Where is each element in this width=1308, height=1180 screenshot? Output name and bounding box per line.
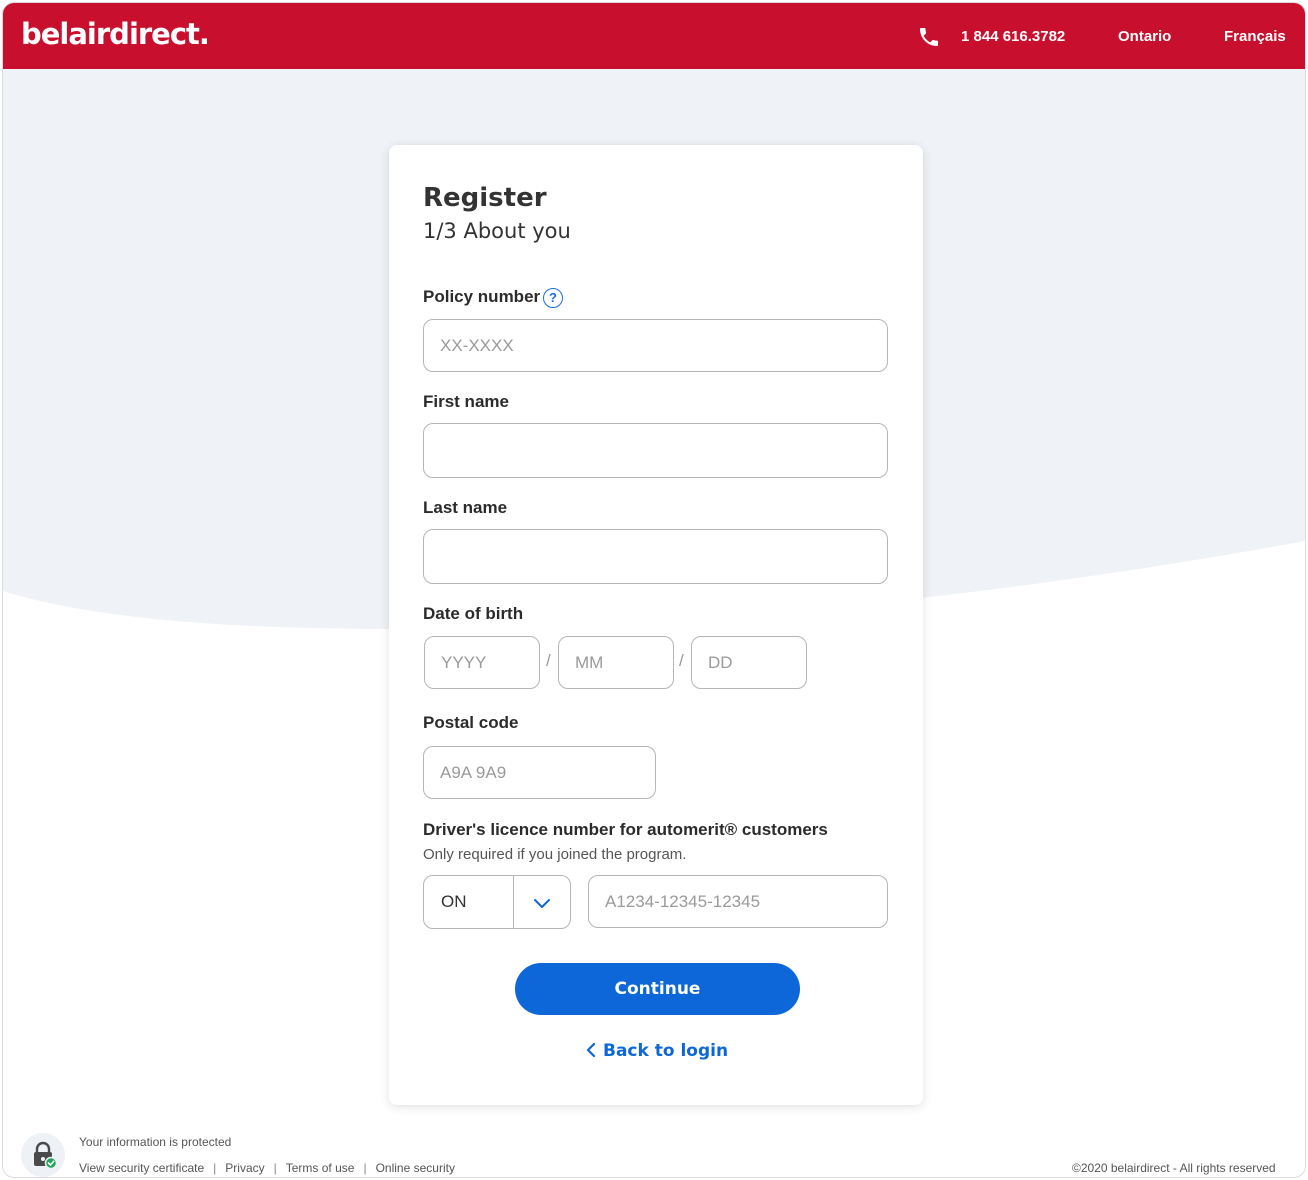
question-circle-icon[interactable]: ? [543,288,563,308]
language-link[interactable]: Français [1224,28,1286,45]
lock-check-icon [21,1133,65,1177]
continue-button[interactable]: Continue [515,963,800,1015]
phone-icon [920,28,938,46]
chevron-left-icon [586,1043,596,1057]
page-frame: belairdirect. 1 844 616.3782 Ontario Fra… [2,2,1306,1178]
page-title: Register [423,183,547,213]
footer-separator: | [363,1161,367,1175]
dob-separator: / [546,651,551,670]
select-divider [513,876,514,928]
first-name-input[interactable] [423,423,888,478]
online-security-link[interactable]: Online security [376,1161,455,1175]
date-of-birth-label: Date of birth [423,604,524,623]
register-card: Register 1/3 About you Policy number ? F… [389,145,923,1105]
dob-year-input[interactable] [424,636,540,689]
footer-separator: | [273,1161,277,1175]
header: belairdirect. 1 844 616.3782 Ontario Fra… [3,3,1305,69]
phone-number-link[interactable]: 1 844 616.3782 [961,28,1065,45]
logo[interactable]: belairdirect. [21,17,210,51]
last-name-input[interactable] [423,529,888,584]
province-link[interactable]: Ontario [1118,28,1171,45]
back-to-login-label: Back to login [603,1041,729,1061]
privacy-link[interactable]: Privacy [225,1161,264,1175]
back-to-login-link[interactable]: Back to login [585,1041,728,1061]
dob-month-input[interactable] [558,636,674,689]
first-name-label: First name [423,392,509,411]
chevron-down-icon [534,899,550,908]
last-name-label: Last name [423,498,508,517]
dob-day-input[interactable] [691,636,807,689]
footer-links: View security certificate | Privacy | Terms … [79,1161,455,1175]
dob-separator: / [679,651,684,670]
policy-number-label: Policy number [423,287,541,306]
drivers-licence-input[interactable] [588,875,888,928]
drivers-licence-hint: Only required if you joined the program. [423,846,687,863]
licence-province-value: ON [441,892,467,911]
policy-number-input[interactable] [423,319,888,372]
footer-separator: | [213,1161,217,1175]
drivers-licence-label: Driver's licence number for automerit® c… [423,820,828,839]
step-indicator: 1/3 About you [423,219,571,243]
licence-province-select[interactable]: ON [423,875,571,929]
postal-code-label: Postal code [423,713,519,732]
copyright-text: ©2020 belairdirect - All rights reserved [1072,1161,1276,1175]
postal-code-input[interactable] [423,746,656,799]
view-security-certificate-link[interactable]: View security certificate [79,1161,204,1175]
security-status-text: Your information is protected [79,1135,232,1149]
terms-of-use-link[interactable]: Terms of use [286,1161,355,1175]
